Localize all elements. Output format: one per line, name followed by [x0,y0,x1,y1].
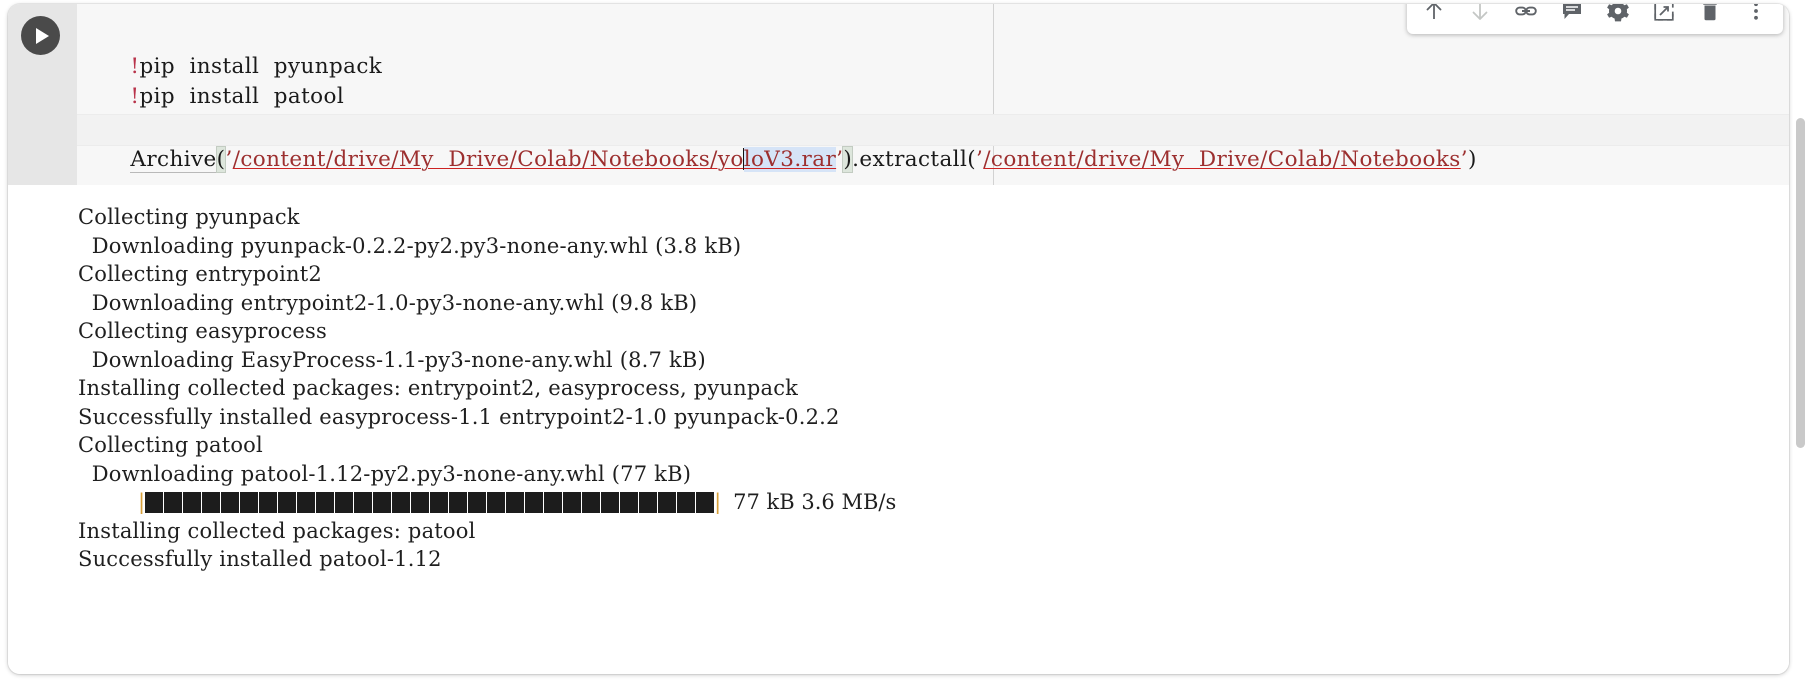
code-token-path-after-caret: loV3.rar [743,147,837,172]
progress-block [221,491,240,513]
code-line-1[interactable]: !pip install pyunpack [77,22,382,79]
gear-icon [1607,4,1629,22]
progress-stats: 77 kB 3.6 MB/s [733,490,897,514]
code-token-method-call: .extractall( [852,147,977,172]
code-token-quote-open: ’ [225,147,233,172]
mirror-cell-icon [1654,4,1674,21]
progress-block [506,491,525,513]
delete-cell-button[interactable] [1689,4,1731,32]
progress-block [430,491,449,513]
run-cell-button[interactable] [21,16,60,55]
cell-output: Collecting pyunpack Downloading pyunpack… [8,185,1789,674]
comment-icon [1563,4,1581,19]
progress-block [544,491,563,513]
progress-block [316,491,335,513]
notebook-cell: !pip install pyunpack !pip install patoo… [8,4,1789,674]
progress-block [373,491,392,513]
progress-block [468,491,487,513]
progress-block [278,491,297,513]
kebab-menu-icon [1754,4,1758,20]
progress-block [639,491,658,513]
cell-gutter [8,4,78,185]
progress-block [449,491,468,513]
progress-block [183,491,202,513]
output-line: Downloading pyunpack-0.2.2-py2.py3-none-… [78,233,742,258]
code-token-final-paren: ) [1467,147,1477,172]
add-comment-button[interactable] [1551,4,1593,32]
progress-block [525,491,544,513]
download-progress-bar: | | 77 kB 3.6 MB/s [78,488,1779,517]
arrow-up-icon [1426,4,1442,19]
progress-block [658,491,677,513]
more-options-button[interactable] [1735,4,1777,32]
progress-block [582,491,601,513]
mirror-cell-button[interactable] [1643,4,1685,32]
progress-block [487,491,506,513]
output-stream: Collecting pyunpack Downloading pyunpack… [78,203,1779,574]
progress-block [411,491,430,513]
move-cell-up-button[interactable] [1413,4,1455,32]
progress-block [259,491,278,513]
code-line-4[interactable]: Archive(’/content/drive/My Drive/Colab/N… [77,114,1789,173]
progress-blocks [145,491,715,513]
progress-block [335,491,354,513]
link-to-cell-button[interactable] [1505,4,1547,32]
progress-block [620,491,639,513]
progress-block [164,491,183,513]
code-line-3[interactable]: from pyunpack import Archive [77,82,497,139]
progress-block [696,491,715,513]
output-line: Downloading patool-1.12-py2.py3-none-any… [78,461,692,486]
output-line: Downloading EasyProcess-1.1-py3-none-any… [78,347,706,372]
progress-block [677,491,696,513]
trash-icon [1703,4,1717,21]
output-line: Downloading entrypoint2-1.0-py3-none-any… [78,290,698,315]
progress-right-pipe: | [714,489,722,514]
code-token-function-name: Archive [130,147,217,173]
output-line: Successfully installed patool-1.12 [78,547,442,571]
output-line: Collecting easyprocess [78,319,327,343]
page-scrollbar[interactable] [1793,0,1807,681]
progress-block [240,491,259,513]
progress-block [601,491,620,513]
progress-block [145,491,164,513]
output-line: Collecting patool [78,433,263,457]
progress-block [202,491,221,513]
arrow-down-icon [1472,4,1488,20]
progress-block [354,491,373,513]
cell-toolbar [1407,4,1783,34]
progress-left-pipe: | [138,489,146,514]
progress-block [392,491,411,513]
code-token-quote-close-2: ’ [1460,147,1468,172]
progress-block [563,491,582,513]
output-line: Collecting pyunpack [78,205,300,229]
code-line-2[interactable]: !pip install patool [77,52,344,109]
play-icon [35,27,49,44]
output-line: Installing collected packages: entrypoin… [78,376,799,400]
link-icon [1515,6,1537,16]
scrollbar-thumb[interactable] [1796,118,1805,448]
output-line: Collecting entrypoint2 [78,262,322,286]
code-token-close-paren: ) [842,146,854,173]
move-cell-down-button[interactable] [1459,4,1501,32]
output-line: Installing collected packages: patool [78,518,476,543]
code-token-path-before-caret: /content/drive/My Drive/Colab/Notebooks/… [232,147,744,172]
cell-settings-button[interactable] [1597,4,1639,32]
output-line: Successfully installed easyprocess-1.1 e… [78,404,840,429]
code-token-path-2: /content/drive/My Drive/Colab/Notebooks [983,147,1461,172]
progress-block [297,491,316,513]
